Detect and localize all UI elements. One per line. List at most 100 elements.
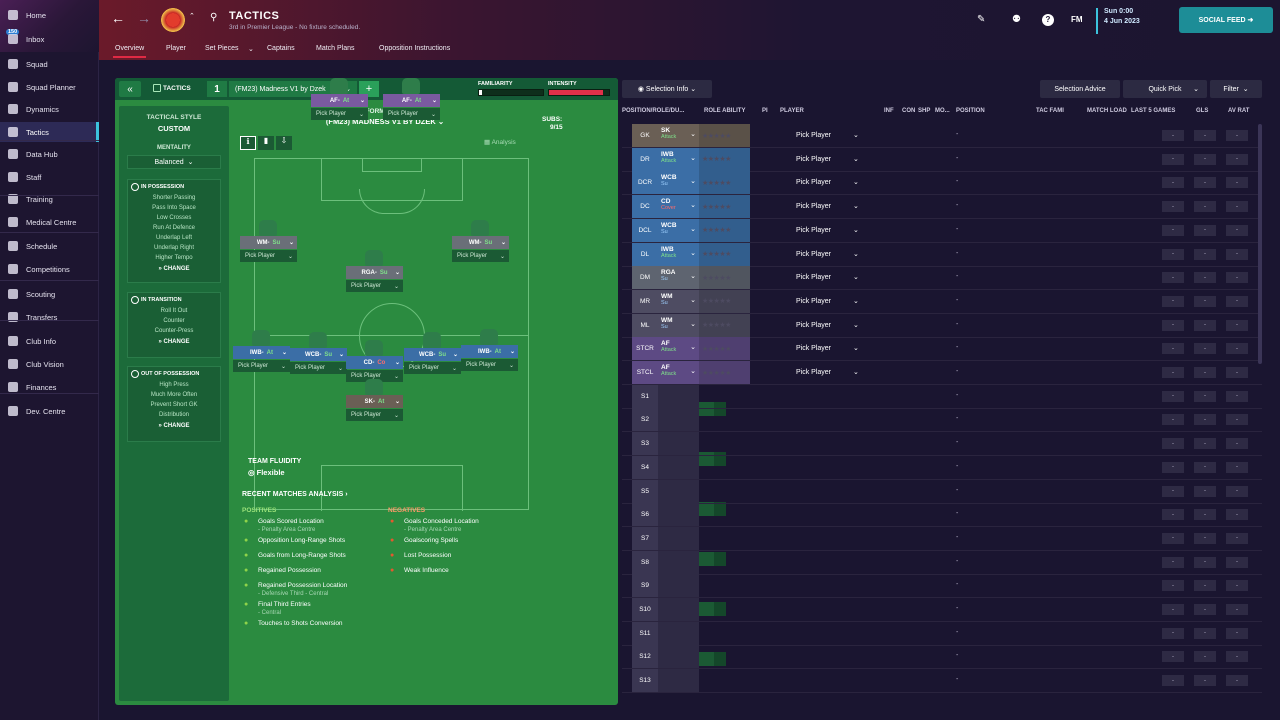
pick-player-select[interactable]: Pick Player ⌄ <box>240 250 297 262</box>
position-slot-iwb[interactable]: IWB - At ⌄ Pick Player ⌄ <box>461 329 518 373</box>
column-header[interactable]: MATCH LOAD <box>1087 108 1127 114</box>
pick-player-select[interactable]: Pick Player ⌄ <box>311 108 368 120</box>
familiarity-meter[interactable] <box>478 89 544 96</box>
fm-menu-button[interactable]: FM <box>1071 15 1083 24</box>
position-slot-af[interactable]: AF - At ⌄ Pick Player ⌄ <box>383 78 440 122</box>
column-header[interactable]: PLAYER <box>780 108 804 114</box>
role-label[interactable]: AF - At ⌄ <box>311 94 368 107</box>
tab-captains[interactable]: Captains <box>267 45 295 52</box>
in-possession-change-button[interactable]: » CHANGE <box>128 266 220 272</box>
role-cell[interactable]: SK Attack ⌄ <box>658 124 699 147</box>
pick-player-select[interactable]: Pick Player ⌄ <box>796 131 859 139</box>
table-row[interactable]: S3- - - - <box>622 432 1262 457</box>
role-label[interactable]: SK - At ⌄ <box>346 395 403 408</box>
pick-player-select[interactable]: Pick Player ⌄ <box>796 321 859 329</box>
tactical-style-value[interactable]: CUSTOM <box>119 124 229 133</box>
sidebar-item-home[interactable]: Home <box>0 5 99 25</box>
pick-player-select[interactable]: Pick Player ⌄ <box>796 297 859 305</box>
pick-player-select[interactable]: Pick Player ⌄ <box>346 409 403 421</box>
column-header[interactable]: MO... <box>935 108 950 114</box>
analysis-toggle[interactable]: ▦ Analysis <box>484 138 516 146</box>
sidebar-item-competitions[interactable]: Competitions <box>0 259 99 279</box>
table-row[interactable]: S4- - - - <box>622 455 1262 480</box>
column-header[interactable]: GLS <box>1196 108 1208 114</box>
help-icon[interactable]: ? <box>1042 14 1054 26</box>
role-cell[interactable]: AF Attack ⌄ <box>658 361 699 384</box>
column-header[interactable]: CON <box>902 108 915 114</box>
intensity-meter[interactable] <box>548 89 610 96</box>
out-possession-change-button[interactable]: » CHANGE <box>128 423 220 429</box>
table-row[interactable]: S5- - - - <box>622 479 1262 504</box>
search-icon[interactable]: ⚲ <box>210 12 217 23</box>
table-row[interactable]: S11- - - - <box>622 621 1262 646</box>
table-row[interactable]: S8- - - - <box>622 550 1262 575</box>
selection-advice-button[interactable]: Selection Advice <box>1040 80 1120 98</box>
table-row[interactable]: DR IWB Attack ⌄ ★★★★★ Pick Player ⌄ - - - - <box>622 147 1262 172</box>
pick-player-select[interactable]: Pick Player ⌄ <box>796 202 859 210</box>
tab-match-plans[interactable]: Match Plans <box>316 45 355 52</box>
back-arrow-icon[interactable]: ← <box>111 10 125 26</box>
role-label[interactable]: CD - Co ⌄ <box>346 356 403 369</box>
sidebar-item-club-vision[interactable]: Club Vision <box>0 354 99 374</box>
info-view-icon[interactable]: ℹ <box>240 136 256 150</box>
tab-set-pieces[interactable]: Set Pieces <box>205 45 238 52</box>
table-row[interactable]: ML WM Su ⌄ ★★★★★ Pick Player ⌄ - - - - <box>622 313 1262 338</box>
table-row[interactable]: S2- - - - <box>622 408 1262 433</box>
role-cell[interactable]: WM Su ⌄ <box>658 289 699 313</box>
position-slot-wm[interactable]: WM - Su ⌄ Pick Player ⌄ <box>240 220 297 264</box>
tab-opposition-instructions[interactable]: Opposition Instructions <box>379 45 450 52</box>
role-label[interactable]: IWB - At ⌄ <box>461 345 518 358</box>
pick-player-select[interactable]: Pick Player ⌄ <box>233 360 290 372</box>
club-switch-icon[interactable]: ⌃ <box>189 12 195 20</box>
sidebar-item-dev-centre[interactable]: Dev. Centre <box>0 401 99 421</box>
pick-player-select[interactable]: Pick Player ⌄ <box>796 344 859 352</box>
role-label[interactable]: WM - Su ⌄ <box>240 236 297 249</box>
position-slot-wm[interactable]: WM - Su ⌄ Pick Player ⌄ <box>452 220 509 264</box>
pick-player-select[interactable]: Pick Player ⌄ <box>290 362 347 374</box>
table-row[interactable]: DL IWB Attack ⌄ ★★★★★ Pick Player ⌄ - - - - <box>622 242 1262 267</box>
bar-chart-icon[interactable]: ▮ <box>258 136 274 150</box>
sidebar-item-training[interactable]: Training <box>0 189 99 209</box>
role-cell[interactable]: CD Cover ⌄ <box>658 195 699 219</box>
quick-pick-button[interactable]: Quick Pick ⌄ <box>1123 80 1207 98</box>
role-cell[interactable]: RGA Su ⌄ <box>658 266 699 290</box>
position-slot-iwb[interactable]: IWB - At ⌄ Pick Player ⌄ <box>233 330 290 374</box>
sidebar-item-squad[interactable]: Squad <box>0 54 99 74</box>
sidebar-item-inbox[interactable]: Inbox <box>0 29 99 49</box>
tab-player[interactable]: Player <box>166 45 186 52</box>
table-row[interactable]: S6- - - - <box>622 503 1262 528</box>
tab-overview[interactable]: Overview <box>112 45 147 58</box>
filter-button[interactable]: Filter ⌄ <box>1210 80 1262 98</box>
table-row[interactable]: DC CD Cover ⌄ ★★★★★ Pick Player ⌄ - - - - <box>622 195 1262 220</box>
role-label[interactable]: WM - Su ⌄ <box>452 236 509 249</box>
table-row[interactable]: S10- - - - <box>622 598 1262 622</box>
role-label[interactable]: WCB - Su ⌄ <box>404 348 461 361</box>
sidebar-item-medical-centre[interactable]: Medical Centre <box>0 212 99 232</box>
table-row[interactable]: S7- - - - <box>622 526 1262 551</box>
sidebar-item-transfers[interactable]: Transfers <box>0 307 99 327</box>
table-row[interactable]: DM RGA Su ⌄ ★★★★★ Pick Player ⌄ - - - - <box>622 266 1262 291</box>
sidebar-item-dynamics[interactable]: Dynamics <box>0 99 99 119</box>
social-feed-button[interactable]: SOCIAL FEED ➜ <box>1179 7 1273 33</box>
column-header[interactable]: POSITION <box>956 108 985 114</box>
role-cell[interactable]: IWB Attack ⌄ <box>658 147 699 171</box>
pick-player-select[interactable]: Pick Player ⌄ <box>796 273 859 281</box>
role-label[interactable]: AF - At ⌄ <box>383 94 440 107</box>
sidebar-item-scouting[interactable]: Scouting <box>0 284 99 304</box>
role-label[interactable]: RGA - Su ⌄ <box>346 266 403 279</box>
sidebar-item-squad-planner[interactable]: Squad Planner <box>0 77 99 97</box>
position-slot-wcb[interactable]: WCB - Su ⌄ Pick Player ⌄ <box>404 332 461 376</box>
position-slot-wcb[interactable]: WCB - Su ⌄ Pick Player ⌄ <box>290 332 347 376</box>
sidebar-item-staff[interactable]: Staff <box>0 167 99 187</box>
role-label[interactable]: WCB - Su ⌄ <box>290 348 347 361</box>
pick-player-select[interactable]: Pick Player ⌄ <box>452 250 509 262</box>
role-cell[interactable]: WCB Su ⌄ <box>658 218 699 242</box>
pick-player-select[interactable]: Pick Player ⌄ <box>796 226 859 234</box>
selection-info-button[interactable]: ◉ Selection Info ⌄ <box>622 80 712 98</box>
pick-player-select[interactable]: Pick Player ⌄ <box>796 178 859 186</box>
column-header[interactable]: PI <box>762 108 768 114</box>
pick-player-select[interactable]: Pick Player ⌄ <box>383 108 440 120</box>
edit-icon[interactable]: ✎ <box>977 14 985 25</box>
table-row[interactable]: GK SK Attack ⌄ ★★★★★ Pick Player ⌄ - - - - <box>622 124 1262 148</box>
pick-player-select[interactable]: Pick Player ⌄ <box>461 359 518 371</box>
